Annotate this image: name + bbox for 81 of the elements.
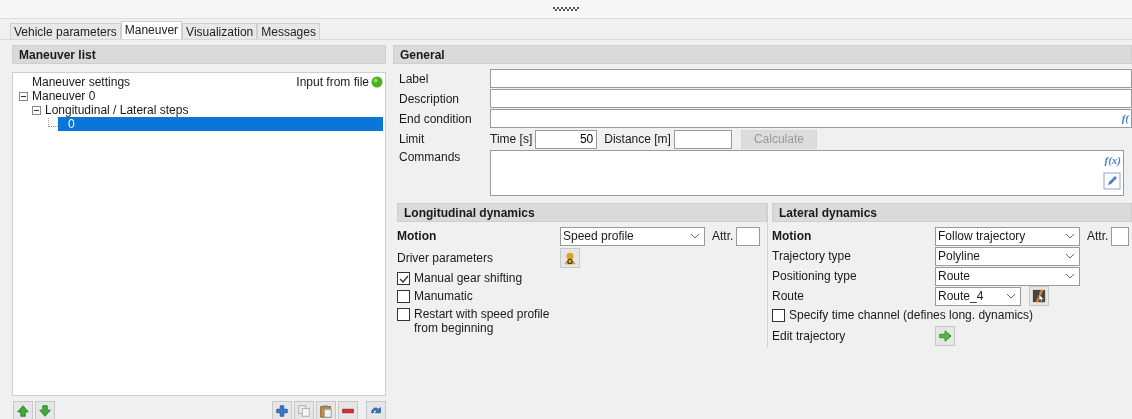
add-button[interactable] [272, 401, 292, 419]
distance-field[interactable] [673, 129, 732, 149]
panel-header: General [393, 45, 1132, 64]
tree-item[interactable]: Maneuver settings [30, 75, 135, 89]
field-label: Driver parameters [397, 250, 495, 265]
field-label: Attr. [1087, 229, 1109, 243]
field-label: Limit [399, 132, 426, 146]
dropdown[interactable]: Route [935, 266, 1080, 286]
down-arrow-button[interactable] [35, 401, 55, 419]
tab[interactable]: Visualization [182, 23, 258, 39]
collapse-icon[interactable] [19, 91, 28, 101]
tab[interactable]: Vehicle parameters [10, 23, 121, 39]
dropdown[interactable]: Follow trajectory [935, 226, 1080, 246]
caret-icon [1065, 252, 1075, 260]
text-field[interactable]: f( [490, 109, 1132, 128]
person-button[interactable] [560, 247, 580, 268]
copy-icon [297, 404, 311, 418]
field-label: Label [399, 71, 430, 86]
field-label: Time [s] [490, 132, 533, 146]
status-label: Input from file [296, 75, 369, 89]
field-label: Distance [m] [604, 132, 671, 146]
add-icon [275, 404, 289, 418]
attribute-field[interactable] [736, 226, 761, 246]
right-arrow-button[interactable] [935, 325, 955, 346]
field-label: End condition [399, 111, 473, 126]
right-arrow-icon [938, 328, 952, 343]
cursor-button[interactable] [1029, 286, 1049, 306]
up-arrow-button[interactable] [13, 401, 33, 419]
cursor-icon [1032, 289, 1046, 303]
paste-button[interactable] [316, 401, 336, 419]
dropdown[interactable]: Route_4 [935, 286, 1021, 306]
dropdown[interactable]: Polyline [935, 246, 1080, 266]
checkbox[interactable] [772, 309, 785, 322]
caret-icon [690, 232, 700, 240]
formula-button[interactable]: f( [1121, 112, 1129, 124]
checkbox[interactable] [397, 272, 410, 285]
field-label: Attr. [712, 229, 734, 243]
attribute-field[interactable] [1111, 226, 1130, 246]
caret-icon [1065, 232, 1075, 240]
field-label: Commands [399, 150, 462, 164]
remove-button[interactable] [338, 401, 358, 419]
field-label: Trajectory type [772, 249, 852, 263]
check-icon [398, 273, 409, 284]
checkbox-label: Specify time channel (defines long. dynamics) [789, 308, 1034, 322]
checkbox-label: Restart with speed profile from beginning [414, 307, 551, 335]
tab[interactable]: Messages [257, 23, 320, 39]
paste-icon [319, 404, 333, 418]
checkbox-label: Manual gear shifting [414, 271, 524, 285]
tree-item[interactable]: 0 [58, 117, 383, 131]
collapse-icon[interactable] [32, 105, 41, 115]
up-arrow-icon [16, 404, 30, 418]
field-label: Edit trajectory [772, 328, 847, 343]
panel-header: Maneuver list [12, 45, 386, 64]
checkbox[interactable] [397, 308, 410, 321]
panel-header: Lateral dynamics [772, 203, 1132, 222]
grip-icon[interactable] [553, 7, 579, 11]
redo-button[interactable] [366, 401, 386, 419]
edit-icon[interactable] [1103, 172, 1121, 190]
text-field[interactable] [490, 69, 1132, 88]
down-arrow-icon [38, 404, 52, 418]
field-label: Positioning type [772, 269, 858, 283]
time-field[interactable]: 50 [535, 129, 598, 149]
caret-icon [1065, 272, 1075, 280]
panel-header: Longitudinal dynamics [397, 203, 767, 222]
field-label: Motion [772, 229, 813, 243]
status-dot-icon [371, 76, 383, 88]
tree-view[interactable]: Maneuver settings Input from file Maneuver 0 Longitudinal / Lateral steps 0 [12, 72, 386, 396]
field-label: Motion [397, 229, 438, 243]
caret-icon [1006, 292, 1016, 300]
formula-button[interactable]: f(x) [1104, 154, 1121, 166]
field-label: Description [399, 91, 461, 106]
dropdown[interactable]: Speed profile [560, 226, 705, 246]
field-label: Route [772, 289, 806, 303]
tree-item[interactable]: Longitudinal / Lateral steps [43, 103, 193, 117]
checkbox-label: Manumatic [414, 289, 474, 303]
tab[interactable]: Maneuver [120, 21, 183, 39]
person-icon [563, 250, 577, 265]
checkbox[interactable] [397, 290, 410, 303]
commands-field[interactable]: f(x) [490, 150, 1124, 196]
tree-item[interactable]: Maneuver 0 [30, 89, 100, 103]
text-field[interactable] [490, 89, 1132, 108]
